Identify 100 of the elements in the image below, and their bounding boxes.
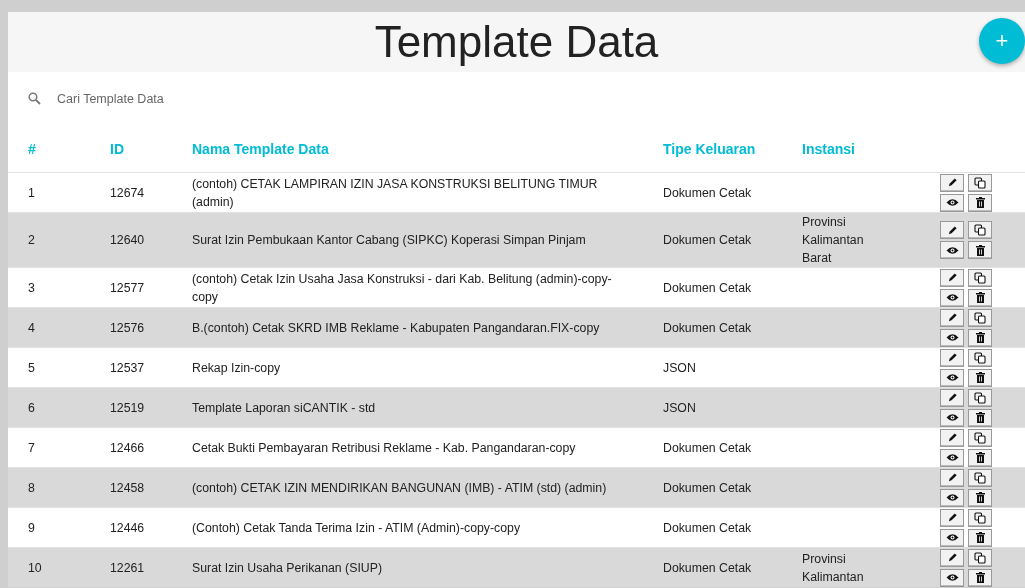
pencil-icon <box>946 177 958 188</box>
table-cell-text: 12537 <box>110 359 146 377</box>
copy-icon <box>974 511 986 524</box>
table-cell-text: JSON <box>663 399 697 417</box>
table-cell-text: 8 <box>28 479 36 497</box>
copy-icon <box>974 391 986 404</box>
table-cell-text: JSON <box>663 359 697 377</box>
table-cell-text: Dokumen Cetak <box>663 519 753 537</box>
copy-icon <box>974 176 986 189</box>
copy-icon <box>974 471 986 484</box>
table-cell-text: Dokumen Cetak <box>663 279 753 297</box>
delete-button[interactable] <box>968 488 992 507</box>
pencil-icon <box>946 472 958 483</box>
pencil-icon <box>946 352 958 363</box>
table-cell-text: Cetak Bukti Pembayaran Retribusi Reklame - Kab. Pangandaran-copy <box>192 439 577 457</box>
table-cell-text: Provinsi Kalimantan <box>802 550 865 586</box>
view-button[interactable] <box>940 568 964 587</box>
table-cell-text: Dokumen Cetak <box>663 479 753 497</box>
edit-button[interactable] <box>940 508 964 527</box>
eye-icon <box>945 245 959 255</box>
table-cell-text: 6 <box>28 399 36 417</box>
copy-button[interactable] <box>968 348 992 367</box>
copy-icon <box>974 431 986 444</box>
view-button[interactable] <box>940 193 964 212</box>
delete-button[interactable] <box>968 408 992 427</box>
trash-icon <box>975 412 985 423</box>
column-header: Tipe Keluaran <box>663 140 757 157</box>
column-header: Nama Template Data <box>192 140 330 157</box>
table-cell-text: Provinsi Kalimantan Barat <box>802 214 865 267</box>
delete-button[interactable] <box>968 368 992 387</box>
edit-button[interactable] <box>940 388 964 407</box>
copy-icon <box>974 271 986 284</box>
edit-button[interactable] <box>940 348 964 367</box>
trash-icon <box>975 332 985 343</box>
view-button[interactable] <box>940 408 964 427</box>
view-button[interactable] <box>940 241 964 259</box>
view-button[interactable] <box>940 368 964 387</box>
table-cell-text: Rekap Izin-copy <box>192 359 282 377</box>
trash-icon <box>975 572 985 583</box>
edit-button[interactable] <box>940 468 964 487</box>
trash-icon <box>975 244 985 256</box>
table-cell-text: 12519 <box>110 399 146 417</box>
delete-button[interactable] <box>968 448 992 467</box>
edit-button[interactable] <box>940 221 964 239</box>
copy-button[interactable] <box>968 428 992 447</box>
copy-button[interactable] <box>968 548 992 567</box>
eye-icon <box>945 373 959 382</box>
copy-button[interactable] <box>968 388 992 407</box>
view-button[interactable] <box>940 528 964 547</box>
table-cell-text: (contoh) CETAK LAMPIRAN IZIN JASA KONSTRUKSI BELITUNG TIMUR (admin) <box>192 175 599 211</box>
view-button[interactable] <box>940 288 964 307</box>
table-cell-text: 12466 <box>110 439 146 457</box>
table-cell-text: Dokumen Cetak <box>663 319 753 337</box>
table-cell-text: Surat Izin Usaha Perikanan (SIUP) <box>192 559 383 577</box>
delete-button[interactable] <box>968 528 992 547</box>
table-cell-text: 12674 <box>110 184 146 202</box>
table-cell-text: Dokumen Cetak <box>663 559 753 577</box>
trash-icon <box>975 197 985 208</box>
pencil-icon <box>946 392 958 403</box>
delete-button[interactable] <box>968 193 992 212</box>
delete-button[interactable] <box>968 328 992 347</box>
table-cell-text: (contoh) Cetak Izin Usaha Jasa Konstruksi - dari Kab. Belitung (admin)-copy-copy <box>192 270 613 306</box>
table-cell-text: 4 <box>28 319 36 337</box>
copy-button[interactable] <box>968 268 992 287</box>
copy-button[interactable] <box>968 221 992 239</box>
copy-button[interactable] <box>968 468 992 487</box>
edit-button[interactable] <box>940 548 964 567</box>
search-icon <box>28 92 41 105</box>
copy-icon <box>974 311 986 324</box>
table-cell-text: Surat Izin Pembukaan Kantor Cabang (SIPKC) Koperasi Simpan Pinjam <box>192 232 587 249</box>
eye-icon <box>945 198 959 207</box>
view-button[interactable] <box>940 328 964 347</box>
eye-icon <box>945 453 959 462</box>
pencil-icon <box>946 272 958 283</box>
pencil-icon <box>946 224 958 236</box>
search-field[interactable]: Cari Template Data <box>55 90 359 107</box>
edit-button[interactable] <box>940 173 964 192</box>
table-cell-text: (contoh) CETAK IZIN MENDIRIKAN BANGUNAN (IMB) - ATIM (std) (admin) <box>192 479 608 497</box>
copy-icon <box>974 551 986 564</box>
eye-icon <box>945 333 959 342</box>
view-button[interactable] <box>940 488 964 507</box>
table-cell-text: 9 <box>28 519 36 537</box>
copy-button[interactable] <box>968 173 992 192</box>
delete-button[interactable] <box>968 241 992 259</box>
view-button[interactable] <box>940 448 964 467</box>
delete-button[interactable] <box>968 568 992 587</box>
copy-button[interactable] <box>968 508 992 527</box>
copy-button[interactable] <box>968 308 992 327</box>
eye-icon <box>945 413 959 422</box>
edit-button[interactable] <box>940 308 964 327</box>
delete-button[interactable] <box>968 288 992 307</box>
edit-button[interactable] <box>940 428 964 447</box>
table-cell-text: Template Laporan siCANTIK - std <box>192 399 377 417</box>
eye-icon <box>945 493 959 502</box>
trash-icon <box>975 372 985 383</box>
edit-button[interactable] <box>940 268 964 287</box>
add-button[interactable]: + <box>979 18 1025 64</box>
table-cell-text: (Contoh) Cetak Tanda Terima Izin - ATIM (Admin)-copy-copy <box>192 519 522 537</box>
trash-icon <box>975 292 985 303</box>
trash-icon <box>975 532 985 543</box>
